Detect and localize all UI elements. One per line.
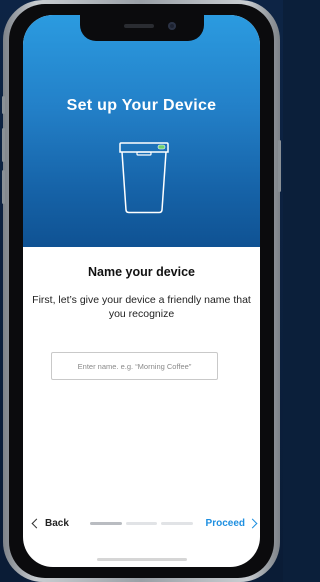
camera-icon [167, 22, 176, 30]
proceed-button[interactable]: Proceed [205, 513, 258, 533]
volume-up-button [2, 128, 5, 162]
section-description: First, let’s give your device a friendly… [32, 294, 251, 320]
home-indicator[interactable] [96, 558, 187, 561]
hero-header: Set up Your Device [23, 15, 260, 247]
device-name-input[interactable] [51, 352, 218, 380]
phone-screen: Set up Your Device Name your device Firs… [23, 15, 260, 567]
progress-step-2 [125, 522, 158, 525]
power-button [278, 140, 281, 192]
wizard-footer: Back Proceed [23, 513, 260, 533]
back-label: Back [45, 517, 69, 529]
chevron-left-icon [31, 518, 42, 528]
proceed-label: Proceed [205, 517, 245, 529]
step-progress [90, 522, 194, 525]
speaker-icon [123, 24, 154, 28]
page-title: Set up Your Device [66, 97, 217, 114]
back-button[interactable]: Back [31, 513, 69, 533]
progress-step-3 [161, 522, 194, 525]
section-title: Name your device [88, 265, 195, 279]
notch [79, 15, 204, 41]
volume-down-button [2, 170, 5, 204]
trash-bin-device-icon [119, 142, 169, 214]
mute-switch [2, 96, 5, 114]
chevron-right-icon [247, 518, 258, 528]
progress-step-1 [90, 522, 122, 525]
